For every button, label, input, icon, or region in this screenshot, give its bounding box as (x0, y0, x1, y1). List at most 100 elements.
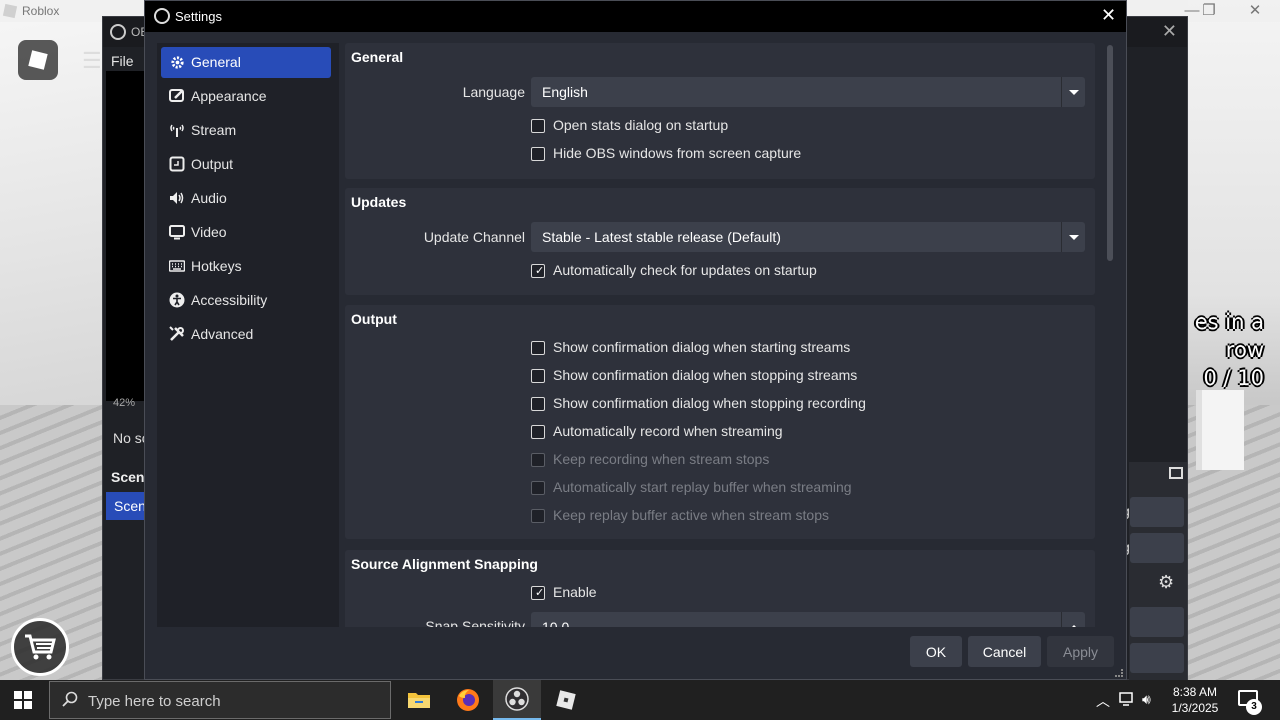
settings-content: General Language English Open stats dial… (345, 43, 1095, 627)
chevron-down-icon (1061, 222, 1085, 252)
hud-line-3: 0 / 10 (1203, 366, 1264, 390)
open-stats-checkbox[interactable]: Open stats dialog on startup (531, 117, 728, 137)
settings-sidebar: General Appearance Stream Output Audio V… (157, 43, 339, 627)
clock-date: 1/3/2025 (1171, 701, 1219, 715)
roblox-window-title: Roblox (22, 4, 60, 18)
file-explorer-button[interactable] (395, 680, 443, 720)
control-button-2[interactable]: g (1122, 533, 1184, 563)
game-block (1196, 390, 1244, 470)
nav-label: Advanced (191, 326, 254, 342)
hide-obs-checkbox[interactable]: Hide OBS windows from screen capture (531, 145, 801, 165)
menu-file[interactable]: File (111, 53, 134, 69)
nav-item-advanced[interactable]: Advanced (161, 319, 331, 350)
settings-dialog: Settings ✕ General Appearance Stream Out… (144, 0, 1127, 680)
nav-label: Output (191, 156, 234, 172)
palette-icon (169, 88, 185, 104)
cancel-button[interactable]: Cancel (968, 636, 1041, 667)
obs-close-icon[interactable]: ✕ (1162, 21, 1177, 42)
group-title: Source Alignment Snapping (351, 556, 538, 572)
system-clock[interactable]: 8:38 AM 1/3/2025 (1162, 684, 1228, 716)
speaker-icon (169, 190, 185, 206)
ok-button[interactable]: OK (910, 636, 962, 667)
nav-label: Stream (191, 122, 237, 138)
roblox-menu-button[interactable] (18, 40, 58, 80)
nav-item-video[interactable]: Video (161, 217, 331, 248)
obs-taskbar-button[interactable] (493, 680, 541, 720)
snap-sensitivity-spinbox[interactable]: 10.0 (531, 612, 1085, 627)
control-button-1[interactable]: g (1122, 497, 1184, 527)
nav-label: Audio (191, 190, 227, 206)
restore-icon[interactable]: ❐ (1197, 2, 1221, 20)
update-channel-label: Update Channel (423, 229, 525, 245)
nav-label: Hotkeys (191, 258, 242, 274)
volume-icon[interactable]: 🔊︎ (1142, 691, 1151, 708)
accessibility-icon (169, 292, 185, 308)
resize-grip[interactable] (1115, 669, 1123, 677)
language-label: Language (462, 84, 525, 100)
settings-scrollbar[interactable] (1105, 43, 1115, 627)
control-button-3[interactable] (1130, 607, 1184, 637)
snapping-enable-checkbox[interactable]: ✓ Enable (531, 584, 597, 604)
chevron-up-icon[interactable] (1061, 612, 1085, 627)
auto-check-updates-checkbox[interactable]: ✓ Automatically check for updates on star… (531, 262, 817, 282)
settings-close-icon[interactable]: ✕ (1101, 5, 1116, 26)
nav-item-general[interactable]: General (161, 47, 331, 78)
antenna-icon (169, 122, 185, 138)
nav-item-output[interactable]: Output (161, 149, 331, 180)
scrollbar-thumb[interactable] (1107, 45, 1113, 261)
settings-titlebar: Settings ✕ (145, 1, 1126, 32)
keyboard-icon (169, 258, 185, 274)
output-icon (169, 156, 185, 172)
group-general: General Language English Open stats dial… (345, 43, 1095, 179)
taskbar: Type here to search ︿ 🔊︎ 8:38 AM 1/3/202… (0, 680, 1280, 720)
confirm-stop-stream-checkbox[interactable]: Show confirmation dialog when stopping s… (531, 367, 857, 387)
control-button-4[interactable] (1130, 643, 1184, 673)
hamburger-menu-icon[interactable]: ☰ (82, 48, 102, 74)
search-placeholder: Type here to search (88, 693, 221, 710)
nav-item-accessibility[interactable]: Accessibility (161, 285, 331, 316)
close-icon[interactable]: ✕ (1243, 2, 1267, 20)
keep-recording-checkbox: Keep recording when stream stops (531, 451, 769, 471)
apply-button: Apply (1047, 636, 1114, 667)
roblox-taskbar-button[interactable] (542, 680, 590, 720)
gear-icon (169, 54, 185, 70)
dock-undock-icon[interactable] (1169, 467, 1183, 479)
settings-gear-icon[interactable]: ⚙ (1158, 572, 1174, 593)
taskbar-search[interactable]: Type here to search (49, 681, 391, 719)
nav-item-hotkeys[interactable]: Hotkeys (161, 251, 331, 282)
preview-zoom: 42% (113, 397, 136, 409)
shop-cart-button[interactable] (11, 618, 69, 676)
firefox-button[interactable] (444, 680, 492, 720)
checkmark-icon: ✓ (535, 265, 545, 277)
auto-record-checkbox[interactable]: Automatically record when streaming (531, 423, 783, 443)
nav-item-appearance[interactable]: Appearance (161, 81, 331, 112)
checkmark-icon: ✓ (535, 587, 545, 599)
nav-label: Accessibility (191, 292, 268, 308)
notification-count: 3 (1246, 699, 1262, 715)
confirm-start-stream-checkbox[interactable]: Show confirmation dialog when starting s… (531, 339, 850, 359)
obs-logo-icon (154, 8, 170, 24)
group-updates: Updates Update Channel Stable - Latest s… (345, 188, 1095, 295)
nav-label: General (191, 54, 241, 70)
scene-list-item[interactable]: Scene (106, 492, 154, 520)
language-select[interactable]: English (531, 77, 1085, 107)
start-button[interactable] (14, 691, 32, 709)
auto-replay-buffer-checkbox: Automatically start replay buffer when s… (531, 479, 852, 499)
update-channel-select[interactable]: Stable - Latest stable release (Default) (531, 222, 1085, 252)
roblox-icon (556, 690, 576, 710)
folder-icon (408, 693, 430, 708)
confirm-stop-recording-checkbox[interactable]: Show confirmation dialog when stopping r… (531, 395, 866, 415)
group-title: Updates (351, 194, 407, 210)
group-snapping: Source Alignment Snapping ✓ Enable Snap S… (345, 550, 1095, 627)
hud-line-1: es in a (1194, 310, 1264, 334)
tools-icon (169, 326, 185, 342)
network-icon[interactable] (1118, 691, 1136, 710)
chevron-up-icon[interactable]: ︿ (1096, 691, 1110, 711)
nav-item-audio[interactable]: Audio (161, 183, 331, 214)
nav-item-stream[interactable]: Stream (161, 115, 331, 146)
group-title: General (351, 49, 404, 65)
keep-replay-buffer-checkbox: Keep replay buffer active when stream st… (531, 507, 829, 527)
search-icon (62, 691, 78, 707)
roblox-app-icon (2, 3, 18, 19)
obs-icon (505, 687, 529, 711)
